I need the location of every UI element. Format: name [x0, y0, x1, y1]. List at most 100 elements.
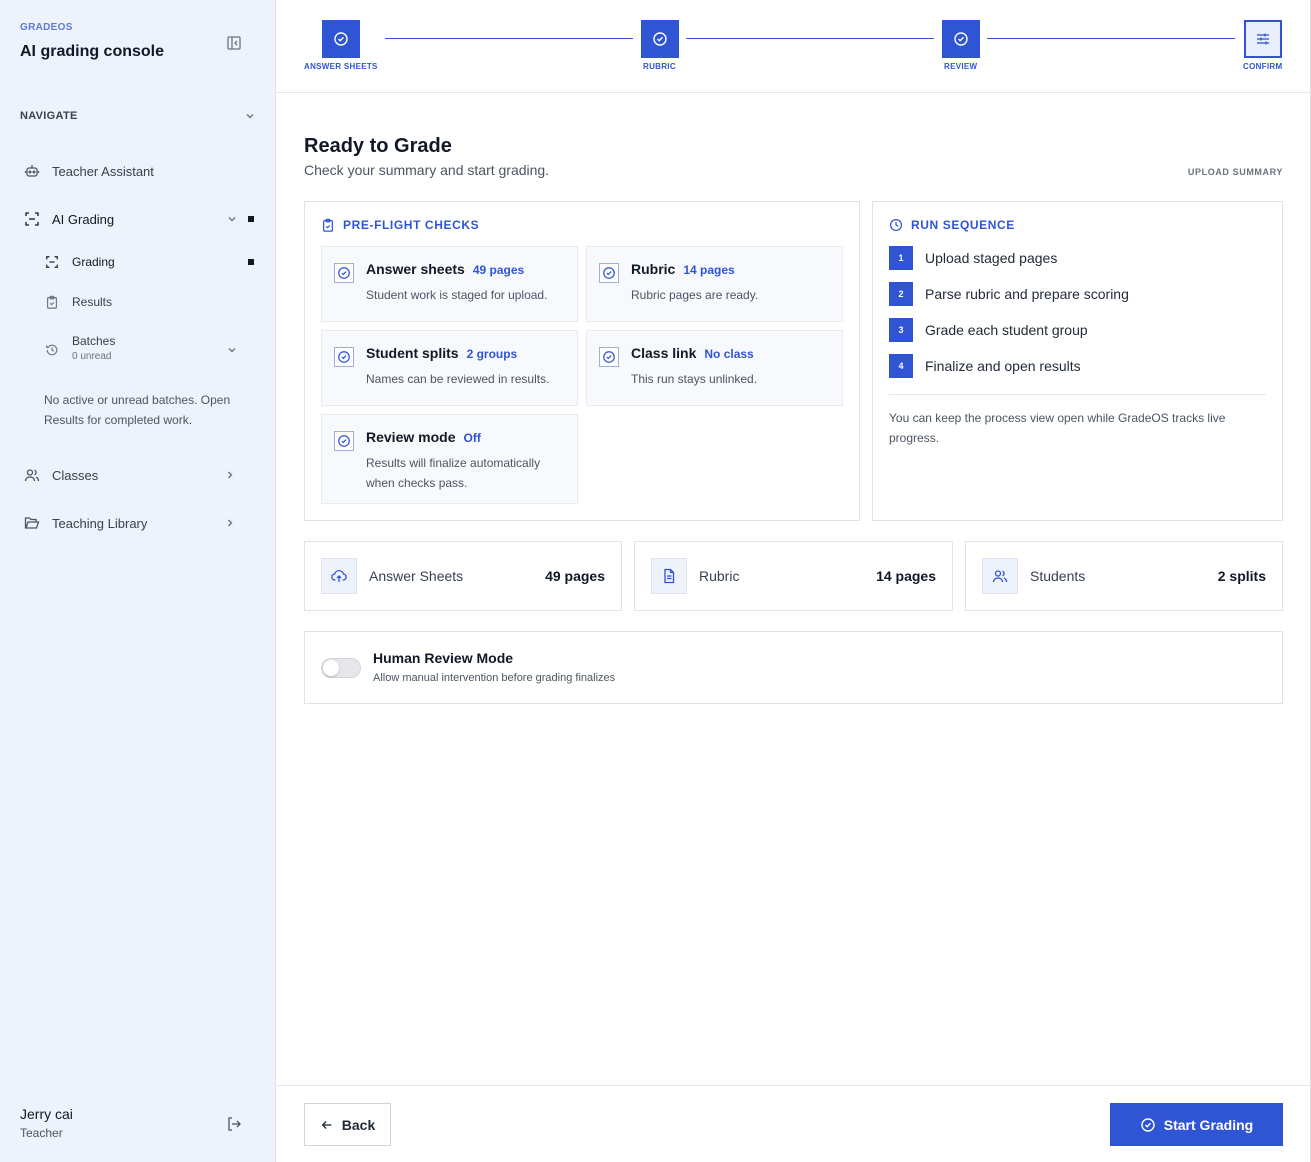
start-grading-label: Start Grading [1163, 1116, 1254, 1133]
sidebar-subitem-results[interactable]: Results [40, 290, 256, 314]
check-circle-icon [954, 32, 968, 46]
step-connector [385, 38, 633, 39]
step-label: ANSWER SHEETS [304, 62, 378, 71]
check-tag: No class [704, 347, 754, 361]
folder-open-icon [20, 511, 44, 535]
chevron-right-icon [228, 519, 233, 527]
sequence-step-number: 2 [889, 282, 913, 306]
step-answer-sheets[interactable] [322, 20, 360, 58]
sidebar-subitem-batches[interactable]: Batches 0 unread [40, 334, 256, 366]
sidebar-subitem-grading[interactable]: Grading [40, 250, 256, 274]
sequence-step-number: 1 [889, 246, 913, 270]
sidebar-item-label: Teaching Library [52, 515, 148, 531]
check-card-answer-sheets: Answer sheets 49 pages Student work is st… [321, 246, 578, 322]
step-label: RUBRIC [643, 62, 676, 71]
check-desc: This run stays unlinked. [631, 372, 758, 386]
chevron-right-icon [228, 471, 233, 479]
history-icon [40, 338, 64, 362]
app-title: AI grading console [20, 43, 165, 60]
step-review[interactable] [942, 20, 980, 58]
sequence-step-label: Parse rubric and prepare scoring [925, 286, 1129, 302]
check-circle-icon [599, 263, 619, 283]
stat-answer-sheets: Answer Sheets 49 pages [304, 541, 622, 611]
back-button[interactable]: Back [304, 1103, 391, 1146]
chevron-down-icon [228, 348, 236, 353]
upload-cloud-icon [321, 558, 357, 594]
sidebar-item-classes[interactable]: Classes [20, 463, 256, 487]
review-mode-title: Human Review Mode [373, 650, 514, 666]
step-confirm[interactable] [1244, 20, 1282, 58]
sequence-step-number: 4 [889, 354, 913, 378]
human-review-toggle[interactable] [321, 658, 361, 678]
check-desc: Rubric pages are ready. [631, 288, 759, 302]
check-title: Student splits [366, 345, 459, 361]
collapse-sidebar-button[interactable] [224, 33, 244, 53]
run-sequence-heading: RUN SEQUENCE [889, 218, 1015, 232]
run-sequence-note: You can keep the process view open while… [889, 411, 1226, 445]
check-title: Class link [631, 345, 697, 361]
sidebar-subitem-label: Batches [72, 334, 116, 348]
stat-label: Students [1030, 568, 1086, 584]
stat-value: 14 pages [876, 568, 936, 584]
step-rubric[interactable] [641, 20, 679, 58]
nav-section-header[interactable]: NAVIGATE [20, 110, 256, 122]
preflight-heading-label: PRE-FLIGHT CHECKS [343, 218, 480, 232]
logout-button[interactable] [224, 1114, 244, 1134]
stat-rubric: Rubric 14 pages [634, 541, 953, 611]
sidebar-item-ai-grading[interactable]: AI Grading [20, 207, 256, 231]
divider [889, 394, 1266, 395]
check-desc: Names can be reviewed in results. [366, 372, 550, 386]
run-sequence-panel: RUN SEQUENCE 1 Upload staged pages 2 Par… [872, 201, 1283, 521]
batches-unread-count: 0 unread [72, 351, 112, 362]
review-mode-desc: Allow manual intervention before grading… [373, 672, 616, 684]
stat-students: Students 2 splits [965, 541, 1283, 611]
stat-label: Answer Sheets [369, 568, 464, 584]
check-title: Rubric [631, 261, 676, 277]
check-tag: Off [463, 431, 481, 445]
back-button-label: Back [341, 1116, 376, 1133]
check-title: Review mode [366, 429, 456, 445]
step-connector [987, 38, 1235, 39]
batches-empty-note: No active or unread batches. Open Result… [44, 393, 231, 427]
check-circle-icon [653, 32, 667, 46]
sequence-step-number: 3 [889, 318, 913, 342]
clipboard-check-icon [323, 218, 333, 232]
start-grading-button[interactable]: Start Grading [1110, 1103, 1283, 1146]
sequence-step-label: Grade each student group [925, 322, 1088, 338]
check-tag: 2 groups [466, 347, 518, 361]
preflight-heading: PRE-FLIGHT CHECKS [321, 218, 479, 232]
sequence-step: 4 Finalize and open results [889, 354, 1081, 378]
bot-icon [20, 159, 44, 183]
user-role: Teacher [20, 1126, 63, 1140]
sidebar-collapse-icon [227, 36, 241, 50]
check-card-class-link: Class link No class This run stays unlink… [586, 330, 843, 406]
sidebar-item-label: Classes [52, 467, 99, 483]
step-label: CONFIRM [1243, 62, 1283, 71]
upload-summary-label: UPLOAD SUMMARY [1187, 167, 1283, 177]
check-tag: 49 pages [472, 263, 525, 277]
users-icon [20, 463, 44, 487]
scan-icon [20, 207, 44, 231]
check-circle-icon [334, 263, 354, 283]
clock-icon [889, 218, 903, 232]
scan-icon [40, 250, 64, 274]
document-icon [651, 558, 687, 594]
progress-stepper: ANSWER SHEETS RUBRIC REVIEW CONFIRM [276, 0, 1310, 93]
sidebar-item-teacher-assistant[interactable]: Teacher Assistant [20, 159, 256, 183]
user-name: Jerry cai [20, 1106, 73, 1122]
chevron-down-icon [228, 217, 236, 222]
check-card-rubric: Rubric 14 pages Rubric pages are ready. [586, 246, 843, 322]
check-circle-icon [334, 32, 348, 46]
brand-name: GRADEOS [20, 22, 73, 33]
page-subtitle: Check your summary and start grading. [304, 162, 550, 178]
run-sequence-heading-label: RUN SEQUENCE [911, 218, 1015, 232]
check-circle-icon [599, 347, 619, 367]
stat-value: 49 pages [545, 568, 605, 584]
sequence-step: 1 Upload staged pages [889, 246, 1057, 270]
check-desc: Results will finalize automatically when… [366, 456, 541, 490]
sidebar-item-teaching-library[interactable]: Teaching Library [20, 511, 256, 535]
stat-value: 2 splits [1217, 568, 1266, 584]
toggle-knob [323, 660, 339, 676]
clipboard-icon [40, 290, 64, 314]
footer-bar: Back Start Grading [276, 1085, 1310, 1162]
